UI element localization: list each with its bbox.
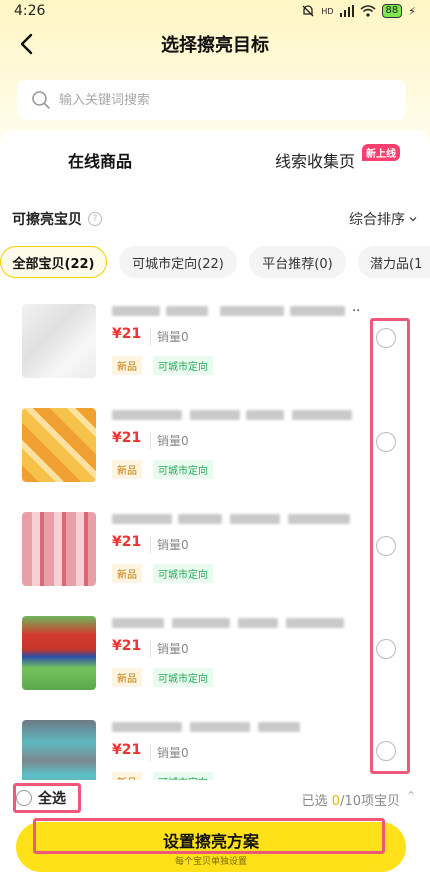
product-thumbnail: [22, 720, 96, 780]
product-title-ellipsis: ..: [352, 300, 361, 315]
chip-platform-recommend[interactable]: 平台推荐(0): [249, 246, 346, 278]
main-panel: 在线商品 线索收集页 新上线 可擦亮宝贝 ? 综合排序 全部宝贝(22) 可城市…: [0, 130, 430, 879]
wifi-icon: [360, 5, 376, 17]
submit-sublabel: 每个宝贝单独设置: [174, 856, 247, 867]
filter-chips: 全部宝贝(22) 可城市定向(22) 平台推荐(0) 潜力品(1: [0, 246, 430, 280]
back-arrow-icon[interactable]: [16, 32, 40, 56]
status-icons: HD 88 ⚡: [301, 4, 416, 18]
help-icon[interactable]: ?: [88, 212, 102, 226]
product-sales: 销量0: [150, 536, 189, 553]
product-sales: 销量0: [150, 432, 189, 449]
filter-title-label: 可擦亮宝贝: [12, 212, 82, 228]
selected-prefix: 已选: [301, 794, 332, 809]
item-1-select-radio[interactable]: [376, 328, 396, 348]
select-all-label: 全选: [38, 791, 66, 807]
chevron-up-icon[interactable]: ⌃: [406, 789, 416, 803]
product-title-blurred: [112, 722, 360, 734]
item-3-select-radio[interactable]: [376, 536, 396, 556]
tag-new: 新品: [112, 668, 142, 687]
page-title: 选择擦亮目标: [161, 35, 269, 56]
status-bar: 4:26 HD 88 ⚡: [0, 0, 430, 22]
product-item[interactable]: .. ¥21 销量0 新品 可城市定向: [0, 290, 430, 394]
product-item[interactable]: ¥21 销量0 新品 可城市定向: [0, 394, 430, 498]
tag-city-targeting: 可城市定向: [153, 460, 213, 479]
product-list: .. ¥21 销量0 新品 可城市定向 ¥21 销量0 新品 可城市定向 ¥21…: [0, 290, 430, 780]
product-item[interactable]: ¥21 销量0 新品 可城市定向: [0, 706, 430, 780]
product-title-blurred: [112, 514, 360, 526]
selected-count[interactable]: 已选 0/10项宝贝: [302, 790, 400, 809]
product-item[interactable]: ¥21 销量0 新品 可城市定向: [0, 498, 430, 602]
battery-icon: 88: [381, 4, 403, 18]
item-4-select-radio[interactable]: [376, 639, 396, 659]
bottom-bar: 全选 已选 0/10项宝贝 ⌃ 设置擦亮方案 每个宝贝单独设置: [0, 780, 430, 879]
selected-suffix: /10项宝贝: [340, 794, 400, 809]
product-sales: 销量0: [150, 640, 189, 657]
search-icon: [32, 91, 50, 109]
signal-icon: [339, 5, 354, 17]
charging-icon: ⚡: [408, 4, 416, 18]
tag-new: 新品: [112, 772, 142, 780]
submit-plan-button[interactable]: 设置擦亮方案 每个宝贝单独设置: [16, 822, 406, 872]
product-sales: 销量0: [150, 744, 189, 761]
product-sales: 销量0: [150, 328, 189, 345]
submit-label: 设置擦亮方案: [162, 831, 259, 851]
product-price: ¥21: [112, 742, 142, 758]
search-box[interactable]: [17, 80, 406, 120]
product-thumbnail: [22, 304, 96, 378]
tag-city-targeting: 可城市定向: [153, 668, 213, 687]
product-price: ¥21: [112, 534, 142, 550]
product-thumbnail: [22, 512, 96, 586]
chip-city-targeting[interactable]: 可城市定向(22): [119, 246, 237, 278]
nav-bar: 选择擦亮目标: [0, 22, 430, 66]
chip-all-items[interactable]: 全部宝贝(22): [0, 246, 107, 278]
select-all-toggle[interactable]: 全选: [16, 788, 66, 808]
chevron-down-icon: [409, 217, 417, 222]
search-input[interactable]: [59, 92, 379, 108]
tab-online-products[interactable]: 在线商品: [68, 148, 133, 172]
tag-city-targeting: 可城市定向: [153, 356, 213, 375]
sort-label: 综合排序: [349, 212, 405, 228]
item-5-select-radio[interactable]: [376, 741, 396, 761]
product-title-blurred: [112, 410, 360, 422]
select-all-radio[interactable]: [16, 790, 32, 806]
item-2-select-radio[interactable]: [376, 432, 396, 452]
product-price: ¥21: [112, 638, 142, 654]
product-item[interactable]: ¥21 销量0 新品 可城市定向: [0, 602, 430, 706]
tab-bar: 在线商品 线索收集页 新上线: [0, 130, 430, 190]
filter-title: 可擦亮宝贝 ?: [12, 209, 102, 229]
tab-leads-label: 线索收集页: [275, 152, 356, 171]
product-price: ¥21: [112, 430, 142, 446]
mute-bell-icon: [302, 5, 314, 17]
product-thumbnail: [22, 616, 96, 690]
tab-lead-pages[interactable]: 线索收集页: [275, 148, 355, 172]
filter-row: 可擦亮宝贝 ? 综合排序: [12, 208, 418, 230]
product-title-blurred: [112, 306, 360, 318]
product-price: ¥21: [112, 326, 142, 342]
product-title-blurred: [112, 618, 360, 630]
selected-number: 0: [331, 794, 341, 809]
sort-dropdown[interactable]: 综合排序: [349, 209, 418, 229]
tab-online-label: 在线商品: [68, 152, 133, 171]
tag-city-targeting: 可城市定向: [153, 772, 213, 780]
status-time: 4:26: [14, 3, 46, 19]
signal-hd-label: HD: [321, 6, 334, 16]
tag-new: 新品: [112, 460, 142, 479]
tag-new: 新品: [112, 564, 142, 583]
tag-city-targeting: 可城市定向: [153, 564, 213, 583]
product-thumbnail: [22, 408, 96, 482]
new-badge: 新上线: [362, 144, 400, 161]
chip-potential[interactable]: 潜力品(1: [358, 246, 430, 278]
tag-new: 新品: [112, 356, 142, 375]
